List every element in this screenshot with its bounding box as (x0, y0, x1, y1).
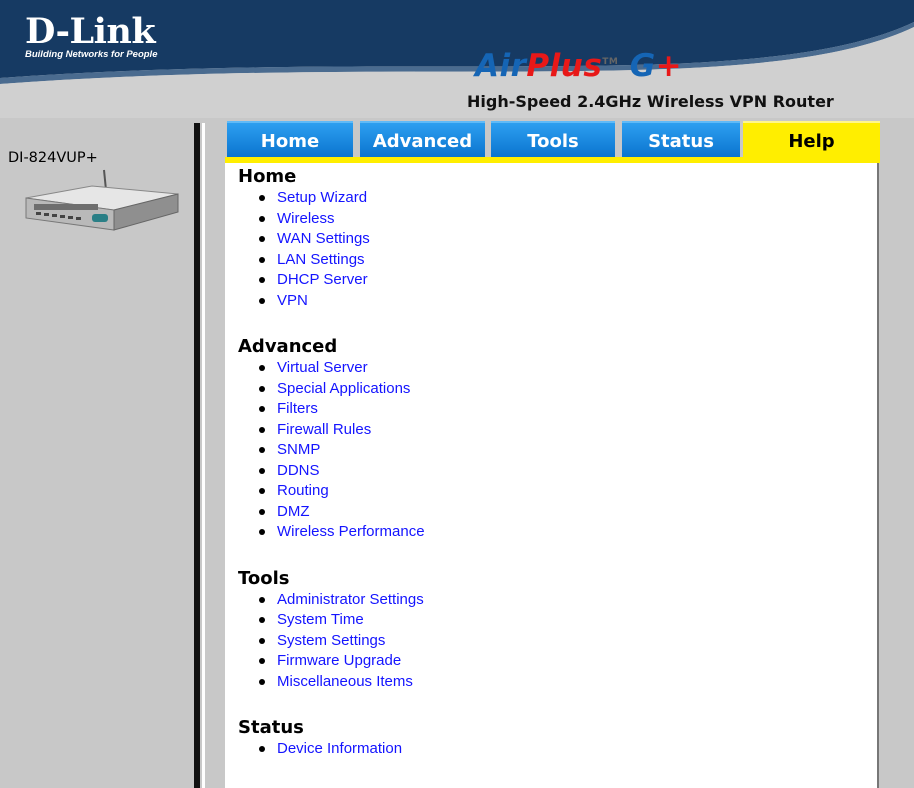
link-filters[interactable]: Filters (277, 400, 318, 417)
section-title-advanced: Advanced (238, 336, 338, 357)
link-device-information[interactable]: Device Information (277, 740, 402, 757)
tab-tools[interactable]: Tools (491, 121, 615, 157)
main-tabs: Home Advanced Tools Status Help (225, 121, 880, 163)
header-banner: D-Link Building Networks for People AirP… (0, 0, 914, 118)
list-item: Administrator Settings (259, 590, 877, 611)
list-item: Setup Wizard (259, 188, 877, 209)
product-gplus: + (655, 48, 683, 84)
advanced-link-list: Virtual Server Special Applications Filt… (225, 358, 877, 543)
link-wireless[interactable]: Wireless (277, 210, 335, 227)
link-system-settings[interactable]: System Settings (277, 632, 385, 649)
link-vpn[interactable]: VPN (277, 292, 308, 309)
list-item: Firewall Rules (259, 420, 877, 441)
list-item: Filters (259, 399, 877, 420)
model-name: DI-824VUP+ (8, 150, 98, 166)
link-ddns[interactable]: DDNS (277, 462, 320, 479)
link-dmz[interactable]: DMZ (277, 503, 310, 520)
list-item: LAN Settings (259, 250, 877, 271)
product-subtitle: High-Speed 2.4GHz Wireless VPN Router (467, 92, 834, 111)
link-firmware-upgrade[interactable]: Firmware Upgrade (277, 652, 401, 669)
list-item: DHCP Server (259, 270, 877, 291)
link-wireless-performance[interactable]: Wireless Performance (277, 523, 425, 540)
product-plus: Plus (526, 48, 603, 84)
dlink-logo: D-Link Building Networks for People (25, 11, 158, 61)
link-miscellaneous-items[interactable]: Miscellaneous Items (277, 673, 413, 690)
link-dhcp-server[interactable]: DHCP Server (277, 271, 368, 288)
product-g: G (629, 48, 656, 84)
link-special-applications[interactable]: Special Applications (277, 380, 410, 397)
tab-home[interactable]: Home (227, 121, 353, 157)
list-item: Miscellaneous Items (259, 672, 877, 693)
link-snmp[interactable]: SNMP (277, 441, 320, 458)
sidebar-divider-highlight (202, 123, 205, 788)
product-tm: TM (602, 57, 619, 67)
list-item: Wireless Performance (259, 522, 877, 543)
tools-link-list: Administrator Settings System Time Syste… (225, 590, 877, 693)
link-administrator-settings[interactable]: Administrator Settings (277, 591, 424, 608)
link-setup-wizard[interactable]: Setup Wizard (277, 189, 367, 206)
list-item: VPN (259, 291, 877, 312)
list-item: Special Applications (259, 379, 877, 400)
section-title-home: Home (238, 166, 297, 187)
list-item: System Time (259, 610, 877, 631)
router-image (25, 169, 179, 231)
tab-status[interactable]: Status (622, 121, 740, 157)
list-item: Wireless (259, 209, 877, 230)
brand-name: D-Link (25, 11, 156, 52)
list-item: SNMP (259, 440, 877, 461)
airplus-logo: AirPlusTM G+ (475, 50, 682, 82)
list-item: DMZ (259, 502, 877, 523)
section-title-tools: Tools (238, 567, 290, 589)
list-item: WAN Settings (259, 229, 877, 250)
list-item: Routing (259, 481, 877, 502)
list-item: System Settings (259, 631, 877, 652)
link-firewall-rules[interactable]: Firewall Rules (277, 421, 371, 438)
help-content: Home Setup Wizard Wireless WAN Settings … (225, 163, 879, 788)
list-item: Firmware Upgrade (259, 651, 877, 672)
brand-tagline: Building Networks for People (25, 49, 158, 60)
tab-advanced[interactable]: Advanced (360, 121, 485, 157)
tab-help[interactable]: Help (743, 121, 880, 157)
list-item: Virtual Server (259, 358, 877, 379)
link-wan-settings[interactable]: WAN Settings (277, 230, 370, 247)
section-title-status: Status (238, 717, 304, 738)
status-link-list: Device Information (225, 739, 877, 760)
home-link-list: Setup Wizard Wireless WAN Settings LAN S… (225, 188, 877, 311)
link-lan-settings[interactable]: LAN Settings (277, 251, 365, 268)
link-virtual-server[interactable]: Virtual Server (277, 359, 368, 376)
link-routing[interactable]: Routing (277, 482, 329, 499)
list-item: Device Information (259, 739, 877, 760)
product-air: Air (475, 48, 527, 84)
list-item: DDNS (259, 461, 877, 482)
link-system-time[interactable]: System Time (277, 611, 364, 628)
sidebar-divider (194, 123, 200, 788)
